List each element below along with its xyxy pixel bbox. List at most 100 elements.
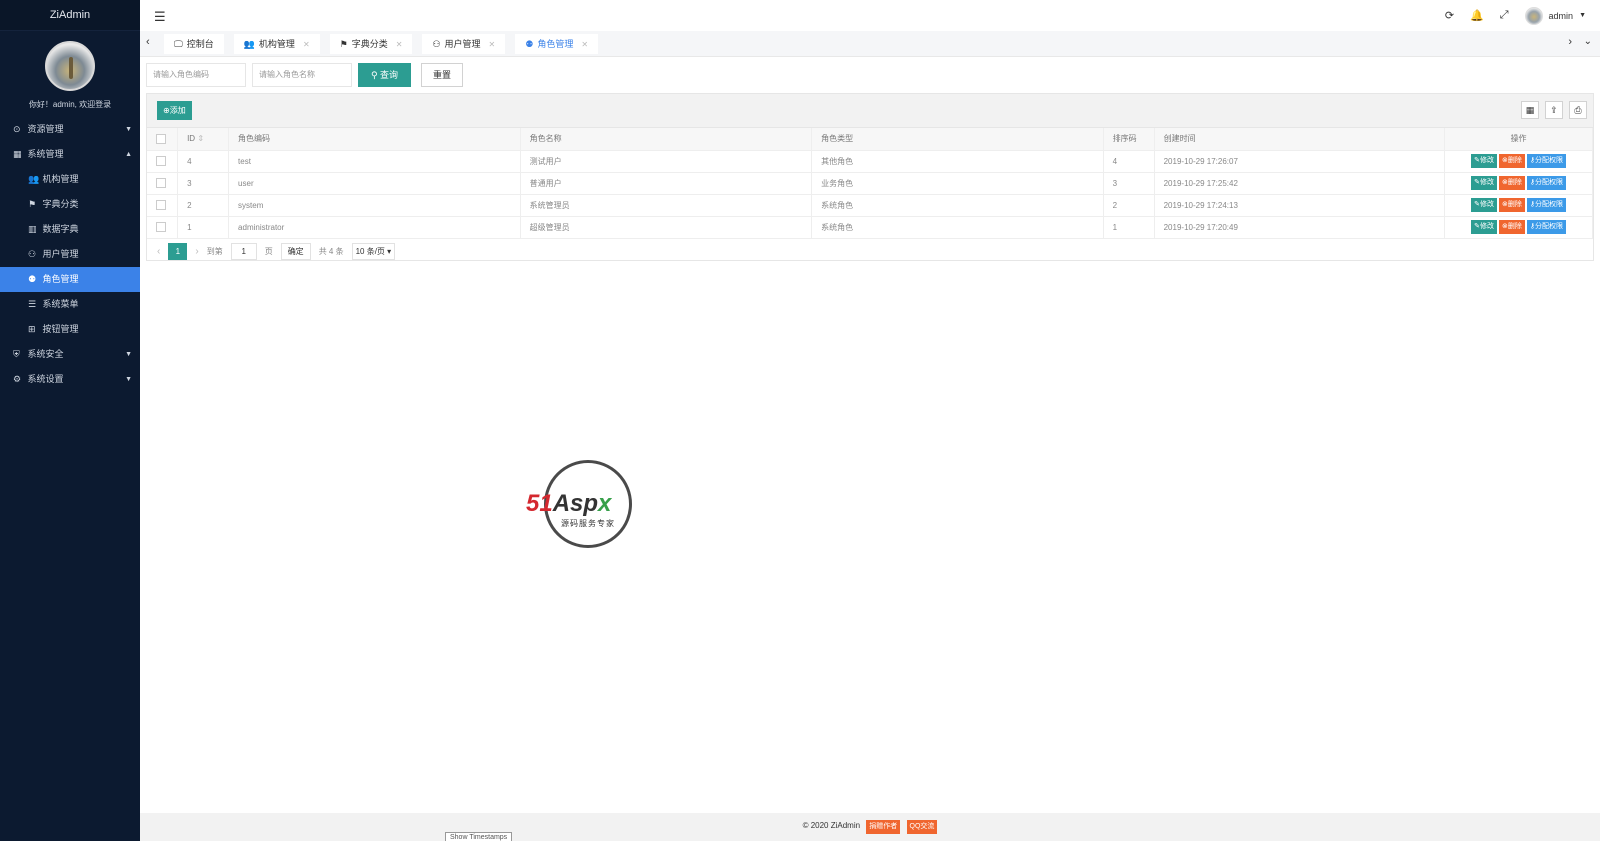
delete-button[interactable]: ⊗删除 (1498, 198, 1525, 212)
reset-button[interactable]: 重置 (421, 63, 463, 87)
sidebar-item-settings[interactable]: ⚙ 系统设置 ▼ (0, 367, 140, 392)
columns-icon[interactable]: ▦ (1521, 101, 1539, 119)
assign-permission-button[interactable]: ⚷分配权限 (1526, 220, 1566, 234)
sidebar-item-roles[interactable]: ⚉ 角色管理 (0, 267, 140, 292)
sidebar-item-resource[interactable]: ⊙ 资源管理 ▼ (0, 117, 140, 142)
delete-button[interactable]: ⊗删除 (1498, 176, 1525, 190)
goto-confirm-button[interactable]: 确定 (280, 243, 311, 260)
column-header-created: 创建时间 (1154, 128, 1446, 151)
close-icon[interactable]: ✕ (303, 40, 310, 49)
assign-permission-button[interactable]: ⚷分配权限 (1526, 176, 1566, 190)
cell-actions: ✎修改 ⊗删除 ⚷分配权限 (1444, 194, 1593, 217)
row-checkbox[interactable] (156, 156, 166, 166)
sidebar-menu: ⊙ 资源管理 ▼ ▦ 系统管理 ▲ 👥 机构管理 ⚑ 字典分类 ▥ 数据字典 ⚇… (0, 117, 140, 392)
sidebar-item-users[interactable]: ⚇ 用户管理 (0, 242, 140, 267)
table-toolbar: ⊕添加 ▦ ⇪ ⎙ (147, 94, 1593, 128)
sidebar-item-org[interactable]: 👥 机构管理 (0, 167, 140, 192)
tab-org[interactable]: 👥 机构管理 ✕ (233, 34, 320, 54)
sidebar-item-dict-data[interactable]: ▥ 数据字典 (0, 217, 140, 242)
add-button[interactable]: ⊕添加 (157, 101, 192, 120)
row-checkbox[interactable] (156, 200, 166, 210)
app-logo[interactable]: ZiAdmin (0, 0, 140, 31)
page-current[interactable]: 1 (168, 243, 188, 260)
assign-permission-button[interactable]: ⚷分配权限 (1526, 198, 1566, 212)
export-icon[interactable]: ⇪ (1545, 101, 1563, 119)
roles-table: ID ⇕ 角色编码 角色名称 角色类型 排序码 创建时间 操作 4 test 测… (147, 128, 1593, 239)
chevron-down-icon[interactable]: ⌄ (1584, 36, 1592, 47)
user-name: admin (1548, 10, 1574, 21)
sidebar-item-dict-category[interactable]: ⚑ 字典分类 (0, 192, 140, 217)
user-panel: 你好！admin, 欢迎登录 (0, 31, 140, 117)
tab-dict-category[interactable]: ⚑ 字典分类 ✕ (329, 34, 413, 54)
caret-down-icon: ▼ (1579, 12, 1586, 19)
sidebar-item-buttons[interactable]: ⊞ 按钮管理 (0, 317, 140, 342)
cell-sort: 3 (1103, 172, 1155, 195)
edit-button[interactable]: ✎修改 (1471, 198, 1497, 212)
edit-button[interactable]: ✎修改 (1471, 154, 1497, 168)
select-all-checkbox[interactable] (156, 133, 166, 144)
column-header-sort: 排序码 (1103, 128, 1155, 151)
tab-scroll-right-icon[interactable]: › (1568, 36, 1572, 48)
column-header-actions: 操作 (1444, 128, 1593, 151)
search-icon: ⚲ (370, 70, 378, 80)
refresh-icon[interactable]: ⟳ (1445, 9, 1454, 22)
sidebar-item-menus[interactable]: ☰ 系统菜单 (0, 292, 140, 317)
cell-actions: ✎修改 ⊗删除 ⚷分配权限 (1444, 150, 1593, 173)
sidebar-item-label: 数据字典 (42, 224, 79, 234)
sidebar-item-system[interactable]: ▦ 系统管理 ▲ (0, 142, 140, 167)
table-tools: ▦ ⇪ ⎙ (1521, 101, 1587, 119)
row-checkbox[interactable] (156, 178, 166, 188)
page-size-select[interactable]: 10 条/页 ▾ (351, 243, 396, 260)
cell-actions: ✎修改 ⊗删除 ⚷分配权限 (1444, 216, 1593, 239)
tab-scroll-left-icon[interactable]: ‹ (146, 36, 150, 48)
next-page-icon[interactable]: › (195, 246, 198, 257)
column-header-name: 角色名称 (520, 128, 813, 151)
delete-button[interactable]: ⊗删除 (1498, 220, 1525, 234)
cell-created: 2019-10-29 17:25:42 (1154, 172, 1446, 195)
qq-link[interactable]: QQ交流 (906, 820, 938, 834)
role-code-input[interactable]: 请输入角色编码 (146, 63, 246, 87)
cell-type: 系统角色 (811, 216, 1104, 239)
cell-type: 其他角色 (811, 150, 1104, 173)
show-timestamps-button[interactable]: Show Timestamps (445, 832, 513, 841)
tab-label: 机构管理 (258, 39, 295, 49)
watermark-brand: 51Aspx (526, 490, 612, 517)
sidebar-item-label: 字典分类 (42, 199, 79, 209)
donate-link[interactable]: 捐赠作者 (866, 820, 901, 834)
close-icon[interactable]: ✕ (489, 40, 496, 49)
edit-button[interactable]: ✎修改 (1471, 220, 1497, 234)
print-icon[interactable]: ⎙ (1569, 101, 1587, 119)
goto-label: 到第 (206, 247, 223, 256)
search-button[interactable]: ⚲ 查询 (358, 63, 411, 87)
role-name-input[interactable]: 请输入角色名称 (252, 63, 352, 87)
tab-dashboard[interactable]: 🖵 控制台 (164, 34, 224, 54)
row-checkbox[interactable] (156, 222, 166, 232)
menu-toggle-icon[interactable]: ☰ (154, 9, 166, 25)
cell-name: 测试用户 (520, 150, 813, 173)
close-icon[interactable]: ✕ (396, 40, 403, 49)
prev-page-icon[interactable]: ‹ (157, 246, 160, 257)
sidebar-item-label: 系统设置 (27, 374, 64, 384)
cell-id: 1 (177, 216, 230, 239)
tab-roles[interactable]: ⚉ 角色管理 ✕ (515, 34, 599, 54)
tab-users[interactable]: ⚇ 用户管理 ✕ (422, 34, 506, 54)
avatar[interactable] (45, 41, 95, 91)
cell-name: 超级管理员 (520, 216, 813, 239)
row-select-cell (147, 216, 179, 239)
table-row: 2 system 系统管理员 系统角色 2 2019-10-29 17:24:1… (147, 194, 1593, 217)
cell-code: administrator (228, 216, 521, 239)
sidebar-item-label: 按钮管理 (42, 324, 79, 334)
delete-button[interactable]: ⊗删除 (1498, 154, 1525, 168)
edit-button[interactable]: ✎修改 (1471, 176, 1497, 190)
close-icon[interactable]: ✕ (581, 40, 588, 49)
user-menu[interactable]: admin ▼ (1524, 6, 1586, 25)
sort-icon[interactable]: ⇕ (197, 134, 204, 143)
caret-down-icon: ▼ (125, 376, 132, 383)
column-header-id[interactable]: ID ⇕ (177, 128, 230, 151)
sidebar-item-security[interactable]: ⛨ 系统安全 ▼ (0, 342, 140, 367)
fullscreen-icon[interactable]: ⤢ (1500, 9, 1509, 22)
watermark-logo: 51Aspx 源码服务专家 (526, 460, 650, 550)
bell-icon[interactable]: 🔔 (1470, 9, 1484, 22)
goto-page-input[interactable]: 1 (230, 243, 257, 260)
assign-permission-button[interactable]: ⚷分配权限 (1526, 154, 1566, 168)
